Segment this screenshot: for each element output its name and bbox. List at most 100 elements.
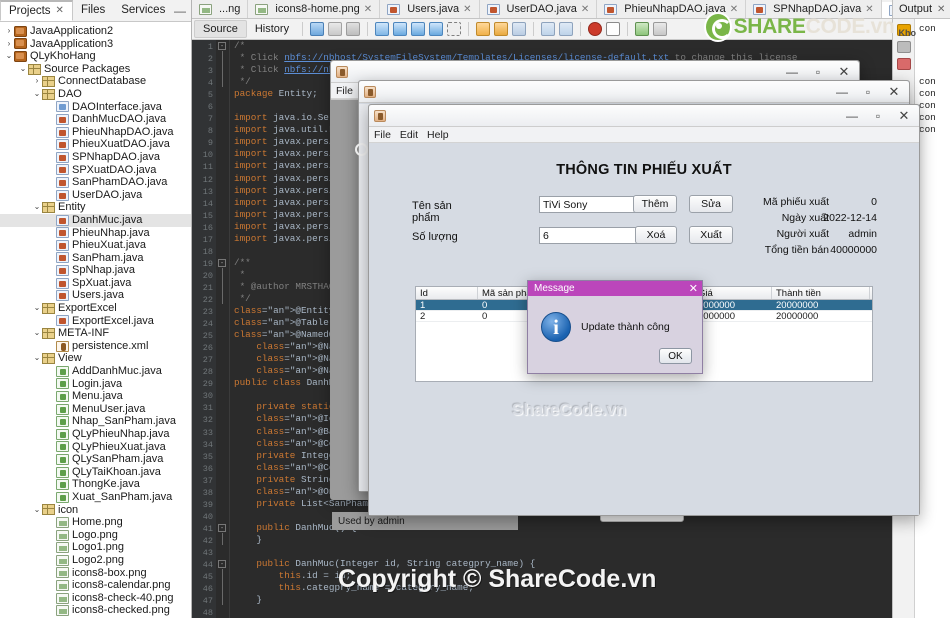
inspect-icon[interactable] [653,22,668,36]
chevron-down-icon[interactable]: ⌄ [4,50,14,63]
tab-output[interactable]: Output ✕ [893,0,950,19]
tree-node[interactable]: Nhap_SanPham.java [0,415,191,428]
editor-tab[interactable]: Users.java ✕ [380,0,480,18]
tree-node[interactable]: Logo1.png [0,541,191,554]
tab-services[interactable]: Services [113,0,173,21]
code-line[interactable]: /* [234,40,892,52]
maximize-icon[interactable]: ▫ [865,105,891,126]
tree-node[interactable]: ThongKe.java [0,478,191,491]
sua-button[interactable]: Sửa [689,195,733,213]
phieu-xuat-menubar[interactable]: File Edit Help [369,127,919,143]
minimize-icon[interactable]: — [839,105,865,126]
run-icon[interactable] [346,22,361,36]
close-icon[interactable]: ✕ [581,4,589,15]
code-line[interactable]: this.id = id; [234,570,892,582]
tree-node[interactable]: ⌄ View [0,352,191,365]
next-error-icon[interactable] [494,22,509,36]
message-dialog[interactable]: Message ✕ i Update thành công OK [527,280,703,374]
project-tree[interactable]: › JavaApplication2 › JavaApplication3 ⌄ QLyKh… [0,22,191,618]
close-icon[interactable]: ✕ [937,4,945,15]
code-line[interactable]: } [234,594,892,606]
code-line[interactable] [234,606,892,618]
tree-node[interactable]: ⌄ QLyKhoHang [0,50,191,63]
tab-projects[interactable]: Projects ✕ [0,0,73,21]
minimize-icon[interactable]: — [829,81,855,102]
chevron-down-icon[interactable]: ⌄ [32,201,42,214]
previous-error-icon[interactable] [476,22,491,36]
tree-node[interactable]: Login.java [0,378,191,391]
tree-node[interactable]: Logo2.png [0,554,191,567]
xoa-button[interactable]: Xoá [635,226,677,244]
tree-node[interactable]: UserDAO.java [0,189,191,202]
chevron-right-icon[interactable]: › [4,25,14,38]
maximize-icon[interactable]: ▫ [805,61,831,82]
close-icon[interactable]: ✕ [364,4,372,15]
tree-node[interactable]: PhieuXuatDAO.java [0,138,191,151]
chevron-down-icon[interactable]: ⌄ [32,504,42,517]
close-icon[interactable]: ✕ [891,105,917,126]
tab-files[interactable]: Files [73,0,113,21]
source-view-button[interactable]: Source [194,20,247,38]
stop-icon[interactable] [606,22,621,36]
fold-toggle-icon[interactable]: - [218,42,226,50]
fold-toggle-icon[interactable]: - [218,258,226,267]
tree-node[interactable]: PhieuXuat.java [0,239,191,252]
close-icon[interactable]: ✕ [831,61,857,82]
phieu-xuat-titlebar[interactable]: — ▫ ✕ [369,105,919,127]
minimize-icon[interactable]: — [779,61,805,82]
tree-node[interactable]: SpXuat.java [0,277,191,290]
tree-node[interactable]: SPXuatDAO.java [0,164,191,177]
editor-tabstrip[interactable]: ...ng icons8-home.png ✕ Users.java ✕ UserDAO.… [192,0,950,19]
message-dialog-titlebar[interactable]: Message ✕ [528,281,702,296]
code-line[interactable] [234,546,892,558]
tree-node[interactable]: persistence.xml [0,340,191,353]
tree-node[interactable]: › JavaApplication2 [0,25,191,38]
history-view-button[interactable]: History [247,21,297,37]
shift-left-icon[interactable] [541,22,556,36]
build-icon[interactable] [328,22,343,36]
tree-node[interactable]: ⌄ icon [0,504,191,517]
tree-node[interactable]: QLyPhieuXuat.java [0,441,191,454]
code-line[interactable]: public DanhMuc(Integer id, String categp… [234,558,892,570]
tree-node[interactable]: › JavaApplication3 [0,38,191,51]
editor-tab[interactable]: UserDAO.java ✕ [479,0,598,18]
clear-icon[interactable] [896,58,911,70]
chevron-down-icon[interactable]: ⌄ [18,63,28,76]
chevron-down-icon[interactable]: ⌄ [32,88,42,101]
minimize-icon[interactable]: — [174,4,186,18]
toggle-bookmark-icon[interactable] [429,22,444,36]
close-icon[interactable]: ✕ [881,81,907,102]
tree-node[interactable]: › ConnectDatabase [0,75,191,88]
tree-node[interactable]: MenuUser.java [0,403,191,416]
table-column-header[interactable]: Id [416,287,478,299]
tree-node[interactable]: SanPham.java [0,252,191,265]
tree-node[interactable]: QLyTaiKhoan.java [0,466,191,479]
menu-file[interactable]: File [374,129,391,141]
toggle-breakpoint-icon[interactable] [588,22,603,36]
chevron-down-icon[interactable]: ⌄ [32,352,42,365]
tree-node[interactable]: AddDanhMuc.java [0,365,191,378]
code-fold-margin[interactable]: - - - - [216,40,230,618]
editor-tab[interactable]: PhieuNhapDAO.java ✕ [597,0,747,18]
tree-node[interactable]: QLySanPham.java [0,453,191,466]
tree-node[interactable]: ⌄ ExportExcel [0,302,191,315]
tree-node[interactable]: SanPhamDAO.java [0,176,191,189]
tree-node[interactable]: Home.png [0,516,191,529]
fold-toggle-icon[interactable]: - [218,560,226,569]
editor-tab[interactable]: icons8-home.png ✕ [248,0,381,18]
chevron-right-icon[interactable]: › [32,75,42,88]
ok-button[interactable]: OK [659,348,692,364]
tree-node[interactable]: icons8-check-40.png [0,592,191,605]
chevron-down-icon[interactable]: ⌄ [32,302,42,315]
menu-file[interactable]: File [336,85,353,97]
tree-node[interactable]: icons8-box.png [0,567,191,580]
tree-node[interactable]: ⌄ DAO [0,88,191,101]
chevron-down-icon[interactable]: ⌄ [32,327,42,340]
tree-node[interactable]: SPNhapDAO.java [0,151,191,164]
output-console-text[interactable]: con con con con con con [916,19,950,618]
tree-node[interactable]: ⌄ Source Packages [0,63,191,76]
editor-tab[interactable]: ...ng [192,0,249,18]
toggle-rectangular-selection-icon[interactable] [447,22,462,36]
maximize-icon[interactable]: ▫ [855,81,881,102]
close-icon[interactable]: ✕ [730,4,738,15]
